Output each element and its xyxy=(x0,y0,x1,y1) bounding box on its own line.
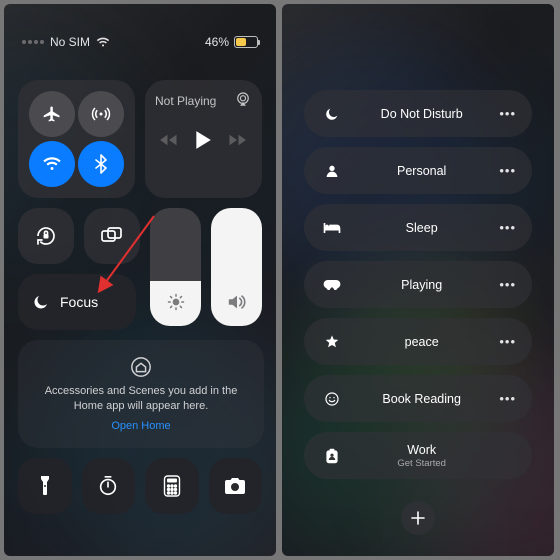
home-icon xyxy=(130,356,152,378)
focus-mode-label: Book Reading xyxy=(344,392,499,406)
connectivity-tile xyxy=(18,80,135,198)
bed-icon xyxy=(322,221,342,235)
focus-mode-label: Do Not Disturb xyxy=(344,107,499,121)
more-button[interactable]: ••• xyxy=(499,163,516,178)
flashlight-icon xyxy=(38,474,52,498)
focus-mode-sleep[interactable]: Sleep ••• xyxy=(304,204,532,251)
timer-button[interactable] xyxy=(82,458,136,514)
calculator-icon xyxy=(163,475,181,497)
control-center-panel: No SIM 46% xyxy=(4,4,276,556)
wifi-status-icon xyxy=(96,37,110,48)
wifi-button[interactable] xyxy=(29,141,75,187)
brightness-icon xyxy=(166,292,186,312)
add-focus-button[interactable] xyxy=(401,501,435,535)
open-home-link[interactable]: Open Home xyxy=(111,420,170,432)
more-button[interactable]: ••• xyxy=(499,391,516,406)
volume-icon xyxy=(226,292,248,312)
airplane-mode-button[interactable] xyxy=(29,91,75,137)
orientation-lock-button[interactable] xyxy=(18,208,74,264)
wifi-icon xyxy=(42,156,62,172)
badge-icon xyxy=(325,448,339,464)
bluetooth-button[interactable] xyxy=(78,141,124,187)
focus-mode-label: Sleep xyxy=(344,221,499,235)
more-button[interactable]: ••• xyxy=(499,334,516,349)
home-text: Accessories and Scenes you add in the Ho… xyxy=(36,384,246,414)
focus-mode-playing[interactable]: Playing ••• xyxy=(304,261,532,308)
more-button[interactable]: ••• xyxy=(499,106,516,121)
bluetooth-icon xyxy=(94,154,108,174)
gamepad-icon xyxy=(322,278,342,292)
signal-dots-icon xyxy=(22,40,44,44)
plus-icon xyxy=(411,511,425,525)
home-tile[interactable]: Accessories and Scenes you add in the Ho… xyxy=(18,340,264,448)
moon-icon xyxy=(32,293,50,311)
moon-icon xyxy=(324,106,340,122)
focus-modes-panel: Do Not Disturb ••• Personal ••• Sleep ••… xyxy=(282,4,554,556)
focus-mode-work[interactable]: Work Get Started ••• xyxy=(304,432,532,479)
star-icon xyxy=(324,334,340,350)
next-track-icon[interactable] xyxy=(228,133,246,147)
screen-mirroring-button[interactable] xyxy=(84,208,140,264)
brightness-slider[interactable] xyxy=(150,208,201,326)
focus-mode-label: Work Get Started xyxy=(344,443,499,469)
status-bar: No SIM 46% xyxy=(4,4,276,80)
cellular-icon xyxy=(91,104,111,124)
focus-mode-peace[interactable]: peace ••• xyxy=(304,318,532,365)
flashlight-button[interactable] xyxy=(18,458,72,514)
airplane-icon xyxy=(42,104,62,124)
carrier-label: No SIM xyxy=(50,35,90,49)
play-icon[interactable] xyxy=(194,130,212,150)
music-tile[interactable]: Not Playing xyxy=(145,80,262,198)
focus-label: Focus xyxy=(60,294,98,310)
calculator-button[interactable] xyxy=(145,458,199,514)
orientation-lock-icon xyxy=(34,224,58,248)
more-button[interactable]: ••• xyxy=(499,277,516,292)
focus-mode-label: peace xyxy=(344,335,499,349)
focus-mode-label: Playing xyxy=(344,278,499,292)
screen-mirroring-icon xyxy=(100,226,124,246)
focus-mode-do-not-disturb[interactable]: Do Not Disturb ••• xyxy=(304,90,532,137)
focus-modes-list: Do Not Disturb ••• Personal ••• Sleep ••… xyxy=(282,4,554,535)
timer-icon xyxy=(97,475,119,497)
cellular-data-button[interactable] xyxy=(78,91,124,137)
prev-track-icon[interactable] xyxy=(160,133,178,147)
person-icon xyxy=(324,163,340,179)
battery-icon xyxy=(234,36,258,48)
focus-mode-label: Personal xyxy=(344,164,499,178)
camera-icon xyxy=(223,476,247,496)
focus-mode-personal[interactable]: Personal ••• xyxy=(304,147,532,194)
focus-mode-book-reading[interactable]: Book Reading ••• xyxy=(304,375,532,422)
more-button[interactable]: ••• xyxy=(499,220,516,235)
focus-button[interactable]: Focus xyxy=(18,274,136,330)
battery-pct: 46% xyxy=(205,35,229,49)
volume-slider[interactable] xyxy=(211,208,262,326)
camera-button[interactable] xyxy=(209,458,263,514)
airplay-icon[interactable] xyxy=(234,90,252,108)
smile-icon xyxy=(324,391,340,407)
